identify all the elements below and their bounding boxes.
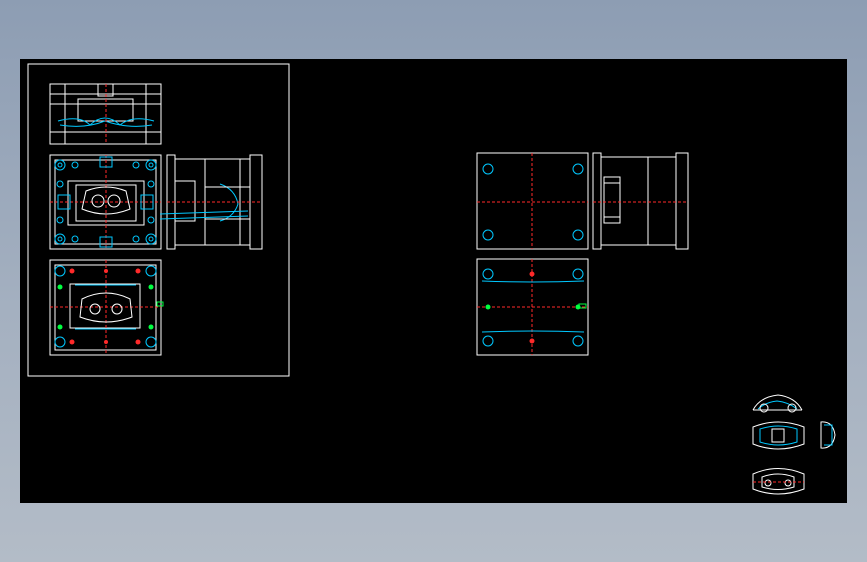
cavity-plate-plan-view bbox=[49, 259, 164, 356]
mold-side-view bbox=[159, 154, 263, 250]
ejector-plate-plan-view bbox=[476, 258, 589, 356]
part-top-view bbox=[752, 421, 805, 450]
part-front-view bbox=[752, 394, 803, 413]
part-bottom-view bbox=[752, 468, 805, 495]
assembly-side-view bbox=[592, 152, 689, 250]
cad-viewport[interactable] bbox=[20, 59, 847, 503]
top-section-view bbox=[49, 83, 162, 145]
core-plate-plan-view bbox=[49, 154, 162, 250]
drawing-canvas[interactable] bbox=[20, 59, 847, 503]
part-side-view bbox=[820, 421, 836, 449]
clamping-plate-plan-view bbox=[476, 152, 589, 250]
